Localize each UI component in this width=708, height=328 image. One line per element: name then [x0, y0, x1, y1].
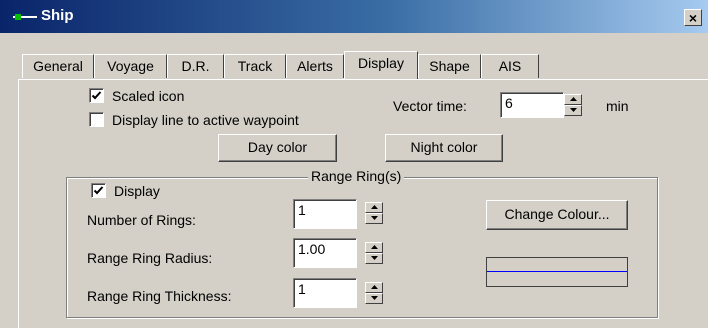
change-colour-button[interactable]: Change Colour... — [486, 200, 628, 230]
ring-colour-line — [487, 271, 627, 272]
vector-time-unit: min — [606, 98, 629, 114]
tab-label: D.R. — [181, 58, 210, 74]
checkmark-icon — [93, 186, 104, 195]
tab-label: General — [33, 58, 83, 74]
tab-ais[interactable]: AIS — [481, 54, 539, 78]
day-color-button[interactable]: Day color — [218, 134, 337, 162]
scaled-icon-label: Scaled icon — [112, 88, 185, 104]
tab-voyage[interactable]: Voyage — [94, 54, 167, 78]
number-of-rings-spin-down[interactable] — [365, 213, 383, 224]
range-ring-display-label: Display — [114, 183, 160, 199]
tab-track[interactable]: Track — [224, 54, 286, 78]
tab-label: AIS — [498, 58, 522, 74]
checkmark-icon — [91, 91, 102, 100]
number-of-rings-label: Number of Rings: — [87, 212, 196, 228]
spin-down-arrow-icon — [371, 256, 378, 260]
range-ring-radius-spin-down[interactable] — [365, 253, 383, 264]
tab-general[interactable]: General — [22, 54, 94, 78]
night-color-button[interactable]: Night color — [385, 134, 503, 162]
vector-time-input[interactable]: 6 — [500, 92, 564, 118]
scaled-icon-checkbox[interactable] — [89, 88, 104, 103]
active-waypoint-label: Display line to active waypoint — [112, 112, 299, 128]
vector-time-spin-up[interactable] — [564, 94, 582, 105]
ring-colour-preview — [486, 257, 628, 287]
spin-up-arrow-icon — [371, 245, 378, 249]
range-ring-thickness-input[interactable]: 1 — [293, 278, 357, 308]
tab-shape[interactable]: Shape — [418, 54, 481, 78]
number-of-rings-spin-up[interactable] — [365, 202, 383, 213]
tab-alerts[interactable]: Alerts — [286, 54, 344, 78]
vector-time-label: Vector time: — [393, 98, 467, 114]
spin-up-arrow-icon — [371, 285, 378, 289]
tab-label: Alerts — [297, 58, 333, 74]
tab-dr[interactable]: D.R. — [167, 54, 224, 78]
spin-down-arrow-icon — [371, 216, 378, 220]
number-of-rings-input[interactable]: 1 — [293, 199, 357, 229]
active-waypoint-checkbox[interactable] — [89, 112, 104, 127]
range-ring-thickness-label: Range Ring Thickness: — [87, 288, 232, 304]
range-ring-radius-input[interactable]: 1.00 — [293, 238, 357, 268]
range-rings-title: Range Ring(s) — [308, 168, 405, 184]
spin-up-arrow-icon — [371, 205, 378, 209]
spin-down-arrow-icon — [371, 296, 378, 300]
close-icon: × — [688, 10, 698, 26]
range-ring-thickness-spin-up[interactable] — [365, 282, 383, 293]
spin-down-arrow-icon — [570, 108, 577, 112]
tab-label: Track — [237, 58, 273, 74]
ship-icon — [13, 14, 37, 20]
window-title: Ship — [41, 7, 74, 24]
tab-label: Voyage — [107, 58, 154, 74]
range-ring-thickness-spin-down[interactable] — [365, 293, 383, 304]
tab-label: Shape — [429, 58, 470, 74]
range-ring-display-checkbox[interactable] — [91, 183, 106, 198]
range-ring-radius-spin-up[interactable] — [365, 242, 383, 253]
title-bar: Ship × — [0, 0, 708, 33]
tab-label: Display — [358, 55, 404, 71]
close-button[interactable]: × — [684, 9, 702, 26]
tab-display[interactable]: Display — [344, 51, 418, 79]
range-ring-radius-label: Range Ring Radius: — [87, 250, 213, 266]
vector-time-spin-down[interactable] — [564, 105, 582, 116]
spin-up-arrow-icon — [570, 97, 577, 101]
